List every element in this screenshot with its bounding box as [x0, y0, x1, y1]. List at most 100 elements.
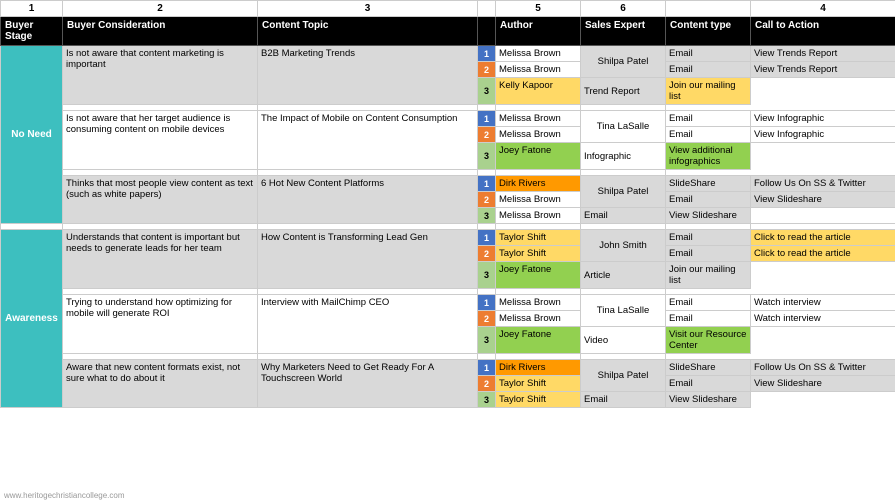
cta-cell: View Slideshare — [751, 192, 895, 208]
author-cell: Kelly Kapoor — [496, 78, 581, 105]
consideration-cell: Is not aware that her target audience is… — [63, 111, 258, 170]
col-num-1: 1 — [1, 1, 63, 17]
author-cell: Taylor Shift — [496, 392, 581, 408]
cta-cell: Click to read the article — [751, 230, 895, 246]
content-type-cell: Email — [666, 127, 751, 143]
topic-cell: Why Marketers Need to Get Ready For A To… — [258, 360, 478, 408]
buyer-stage-cell: No Need — [1, 46, 63, 224]
cta-cell: View Infographic — [751, 127, 895, 143]
row-number: 1 — [478, 176, 496, 192]
author-cell: Joey Fatone — [496, 262, 581, 289]
header-buyer-stage: Buyer Stage — [1, 17, 63, 46]
topic-cell: How Content is Transforming Lead Gen — [258, 230, 478, 289]
content-type-cell: Infographic — [581, 143, 666, 170]
cta-cell: View Slideshare — [751, 376, 895, 392]
author-cell: Melissa Brown — [496, 192, 581, 208]
sales-expert-cell: John Smith — [581, 230, 666, 262]
col-num-blank2 — [666, 1, 751, 17]
cta-cell: Visit our Resource Center — [666, 327, 751, 354]
table-body: No NeedIs not aware that content marketi… — [1, 46, 895, 408]
cta-cell: Follow Us On SS & Twitter — [751, 176, 895, 192]
row-number: 3 — [478, 143, 496, 170]
row-number: 1 — [478, 295, 496, 311]
column-numbers-row: 1 2 3 5 6 4 — [1, 1, 895, 17]
author-cell: Melissa Brown — [496, 311, 581, 327]
author-cell: Joey Fatone — [496, 143, 581, 170]
author-cell: Taylor Shift — [496, 230, 581, 246]
header-content-type: Content type — [666, 17, 751, 46]
col-num-6: 6 — [581, 1, 666, 17]
row-number: 1 — [478, 46, 496, 62]
col-num-2: 2 — [63, 1, 258, 17]
author-cell: Melissa Brown — [496, 208, 581, 224]
content-type-cell: Trend Report — [581, 78, 666, 105]
table-row: Thinks that most people view content as … — [1, 176, 895, 192]
row-number: 2 — [478, 311, 496, 327]
header-content-topic: Content Topic — [258, 17, 478, 46]
row-number: 3 — [478, 262, 496, 289]
row-number: 2 — [478, 127, 496, 143]
header-sales-expert: Sales Expert — [581, 17, 666, 46]
header-buyer-consideration: Buyer Consideration — [63, 17, 258, 46]
author-cell: Dirk Rivers — [496, 360, 581, 376]
topic-cell: B2B Marketing Trends — [258, 46, 478, 105]
cta-cell: Watch interview — [751, 295, 895, 311]
cta-cell: View Slideshare — [666, 392, 751, 408]
content-type-cell: Email — [581, 392, 666, 408]
content-type-cell: Email — [581, 208, 666, 224]
table-row: Trying to understand how optimizing for … — [1, 295, 895, 311]
consideration-cell: Is not aware that content marketing is i… — [63, 46, 258, 105]
author-cell: Taylor Shift — [496, 376, 581, 392]
topic-cell: 6 Hot New Content Platforms — [258, 176, 478, 224]
cta-cell: Click to read the article — [751, 246, 895, 262]
table-row: AwarenessUnderstands that content is imp… — [1, 230, 895, 246]
row-number: 2 — [478, 376, 496, 392]
col-num-blank1 — [478, 1, 496, 17]
content-type-cell: SlideShare — [666, 176, 751, 192]
content-type-cell: Email — [666, 246, 751, 262]
topic-cell: Interview with MailChimp CEO — [258, 295, 478, 354]
consideration-cell: Aware that new content formats exist, no… — [63, 360, 258, 408]
row-number: 2 — [478, 192, 496, 208]
content-type-cell: Email — [666, 311, 751, 327]
author-cell: Melissa Brown — [496, 127, 581, 143]
cta-cell: Join our mailing list — [666, 262, 751, 289]
author-cell: Joey Fatone — [496, 327, 581, 354]
author-cell: Melissa Brown — [496, 46, 581, 62]
sales-expert-cell: Tina LaSalle — [581, 111, 666, 143]
table-row: Aware that new content formats exist, no… — [1, 360, 895, 376]
content-type-cell: Email — [666, 230, 751, 246]
table-row: No NeedIs not aware that content marketi… — [1, 46, 895, 62]
cta-cell: View Slideshare — [666, 208, 751, 224]
content-type-cell: Email — [666, 376, 751, 392]
content-type-cell: Article — [581, 262, 666, 289]
author-cell: Taylor Shift — [496, 246, 581, 262]
header-row: Buyer Stage Buyer Consideration Content … — [1, 17, 895, 46]
row-number: 2 — [478, 246, 496, 262]
consideration-cell: Thinks that most people view content as … — [63, 176, 258, 224]
sales-expert-cell: Tina LaSalle — [581, 295, 666, 327]
row-number: 3 — [478, 327, 496, 354]
row-number: 1 — [478, 111, 496, 127]
content-type-cell: Video — [581, 327, 666, 354]
header-author: Author — [496, 17, 581, 46]
cta-cell: Join our mailing list — [666, 78, 751, 105]
cta-cell: View Trends Report — [751, 46, 895, 62]
watermark: www.heritogechristiancollege.com — [4, 491, 125, 500]
sales-expert-cell: Shilpa Patel — [581, 360, 666, 392]
cta-cell: View Trends Report — [751, 62, 895, 78]
row-number: 3 — [478, 392, 496, 408]
content-type-cell: SlideShare — [666, 360, 751, 376]
col-num-4: 4 — [751, 1, 895, 17]
row-number: 1 — [478, 360, 496, 376]
cta-cell: Follow Us On SS & Twitter — [751, 360, 895, 376]
content-type-cell: Email — [666, 192, 751, 208]
cta-cell: View Infographic — [751, 111, 895, 127]
topic-cell: The Impact of Mobile on Content Consumpt… — [258, 111, 478, 170]
buyer-stage-cell: Awareness — [1, 230, 63, 408]
author-cell: Dirk Rivers — [496, 176, 581, 192]
author-cell: Melissa Brown — [496, 111, 581, 127]
consideration-cell: Understands that content is important bu… — [63, 230, 258, 289]
content-type-cell: Email — [666, 46, 751, 62]
content-type-cell: Email — [666, 295, 751, 311]
